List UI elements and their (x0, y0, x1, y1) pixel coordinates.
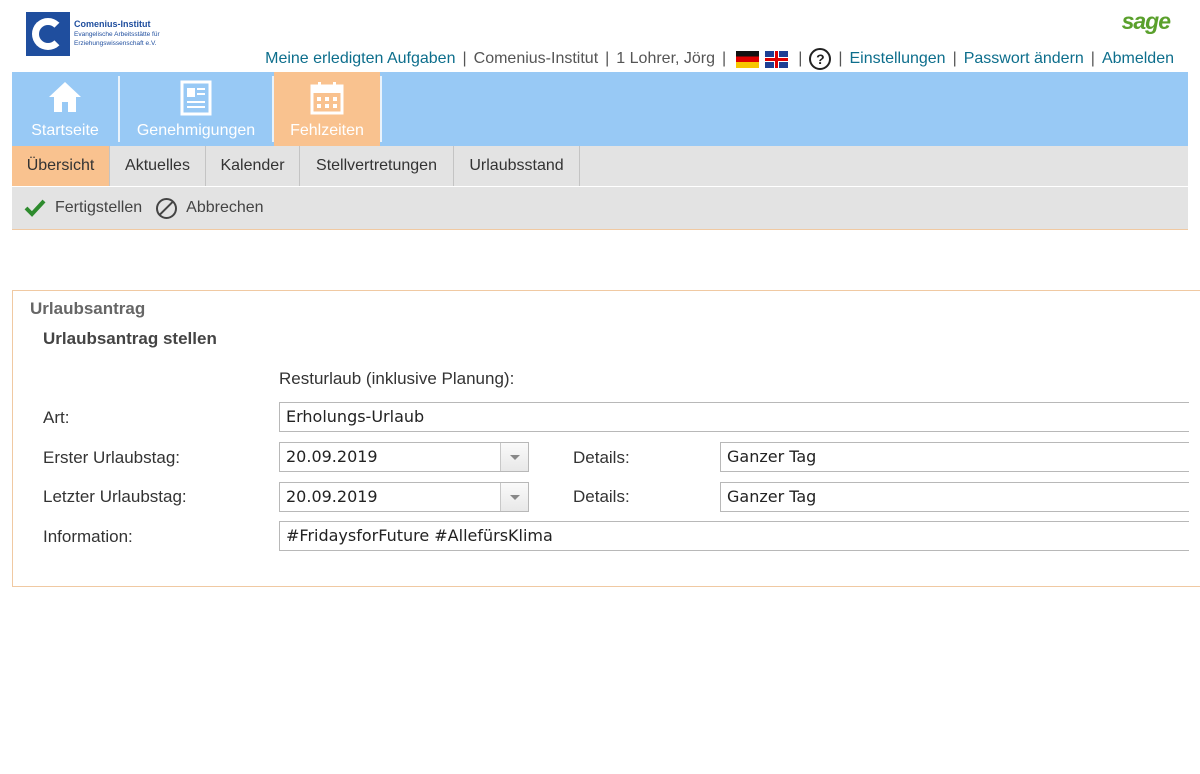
header: Comenius-Institut Evangelische Arbeitsst… (0, 0, 1200, 72)
help-icon[interactable]: ? (809, 48, 832, 70)
panel-title: Urlaubsantrag (30, 299, 146, 318)
checkmark-icon (24, 199, 46, 217)
art-field[interactable]: Erholungs-Urlaub (279, 402, 1189, 432)
last-details-field[interactable]: Ganzer Tag (720, 482, 1189, 512)
action-toolbar: Fertigstellen Abbrechen (12, 187, 1188, 230)
remaining-vacation-label: Resturlaub (inklusive Planung): (279, 369, 515, 388)
home-icon (49, 82, 81, 112)
first-details-label: Details: (573, 448, 630, 467)
logo-line2: Evangelische Arbeitsstätte für (74, 31, 160, 38)
module-bar: Startseite Genehmigungen Fehlzeiten (12, 72, 1188, 146)
chevron-down-icon[interactable] (500, 443, 528, 471)
first-day-dropdown[interactable]: 20.09.2019 (279, 442, 529, 472)
german-flag-icon[interactable] (736, 50, 760, 68)
comenius-logo[interactable]: Comenius-Institut Evangelische Arbeitsst… (26, 12, 160, 56)
tab-urlaubsstand[interactable]: Urlaubsstand (454, 146, 580, 186)
calendar-icon (310, 82, 344, 115)
tab-stellvertretungen[interactable]: Stellvertretungen (300, 146, 454, 186)
vacation-request-panel: Urlaubsantrag Urlaubsantrag stellen Rest… (12, 290, 1200, 587)
module-genehmigungen[interactable]: Genehmigungen (120, 72, 272, 146)
last-day-value: 20.09.2019 (286, 487, 378, 506)
last-details-label: Details: (573, 487, 630, 506)
organization-name: Comenius-Institut (473, 50, 599, 67)
tab-uebersicht[interactable]: Übersicht (12, 146, 110, 186)
art-label: Art: (43, 408, 70, 427)
cancel-icon (156, 197, 178, 219)
uk-flag-icon[interactable] (765, 50, 789, 68)
tab-aktuelles[interactable]: Aktuelles (110, 146, 206, 186)
information-field[interactable]: #FridaysforFuture #AllefürsKlima (279, 521, 1189, 551)
logo-line3: Erziehungswissenschaft e.V. (74, 40, 157, 47)
user-name: 1 Lohrer, Jörg (616, 50, 716, 67)
information-label: Information: (43, 527, 133, 546)
approvals-icon (180, 80, 212, 116)
logo-name: Comenius-Institut (74, 19, 151, 29)
logout-link[interactable]: Abmelden (1102, 50, 1174, 68)
module-fehlzeiten[interactable]: Fehlzeiten (274, 72, 380, 146)
sage-logo: sage (1121, 8, 1171, 34)
chevron-down-icon[interactable] (500, 483, 528, 511)
change-password-link[interactable]: Passwort ändern (964, 50, 1084, 68)
top-navigation: Meine erledigten Aufgaben | Comenius-Ins… (265, 48, 1174, 70)
last-day-label: Letzter Urlaubstag: (43, 487, 187, 506)
first-day-label: Erster Urlaubstag: (43, 448, 180, 467)
panel-subtitle: Urlaubsantrag stellen (43, 329, 217, 348)
module-startseite[interactable]: Startseite (12, 72, 118, 146)
finish-button[interactable]: Fertigstellen (24, 199, 142, 217)
sub-tabs: Übersicht Aktuelles Kalender Stellvertre… (12, 146, 1188, 186)
first-details-field[interactable]: Ganzer Tag (720, 442, 1189, 472)
settings-link[interactable]: Einstellungen (850, 50, 946, 68)
logo-mark-icon (26, 12, 70, 56)
cancel-button[interactable]: Abbrechen (156, 197, 264, 219)
tab-kalender[interactable]: Kalender (206, 146, 300, 186)
last-day-dropdown[interactable]: 20.09.2019 (279, 482, 529, 512)
my-tasks-link[interactable]: Meine erledigten Aufgaben (265, 50, 455, 68)
first-day-value: 20.09.2019 (286, 447, 378, 466)
